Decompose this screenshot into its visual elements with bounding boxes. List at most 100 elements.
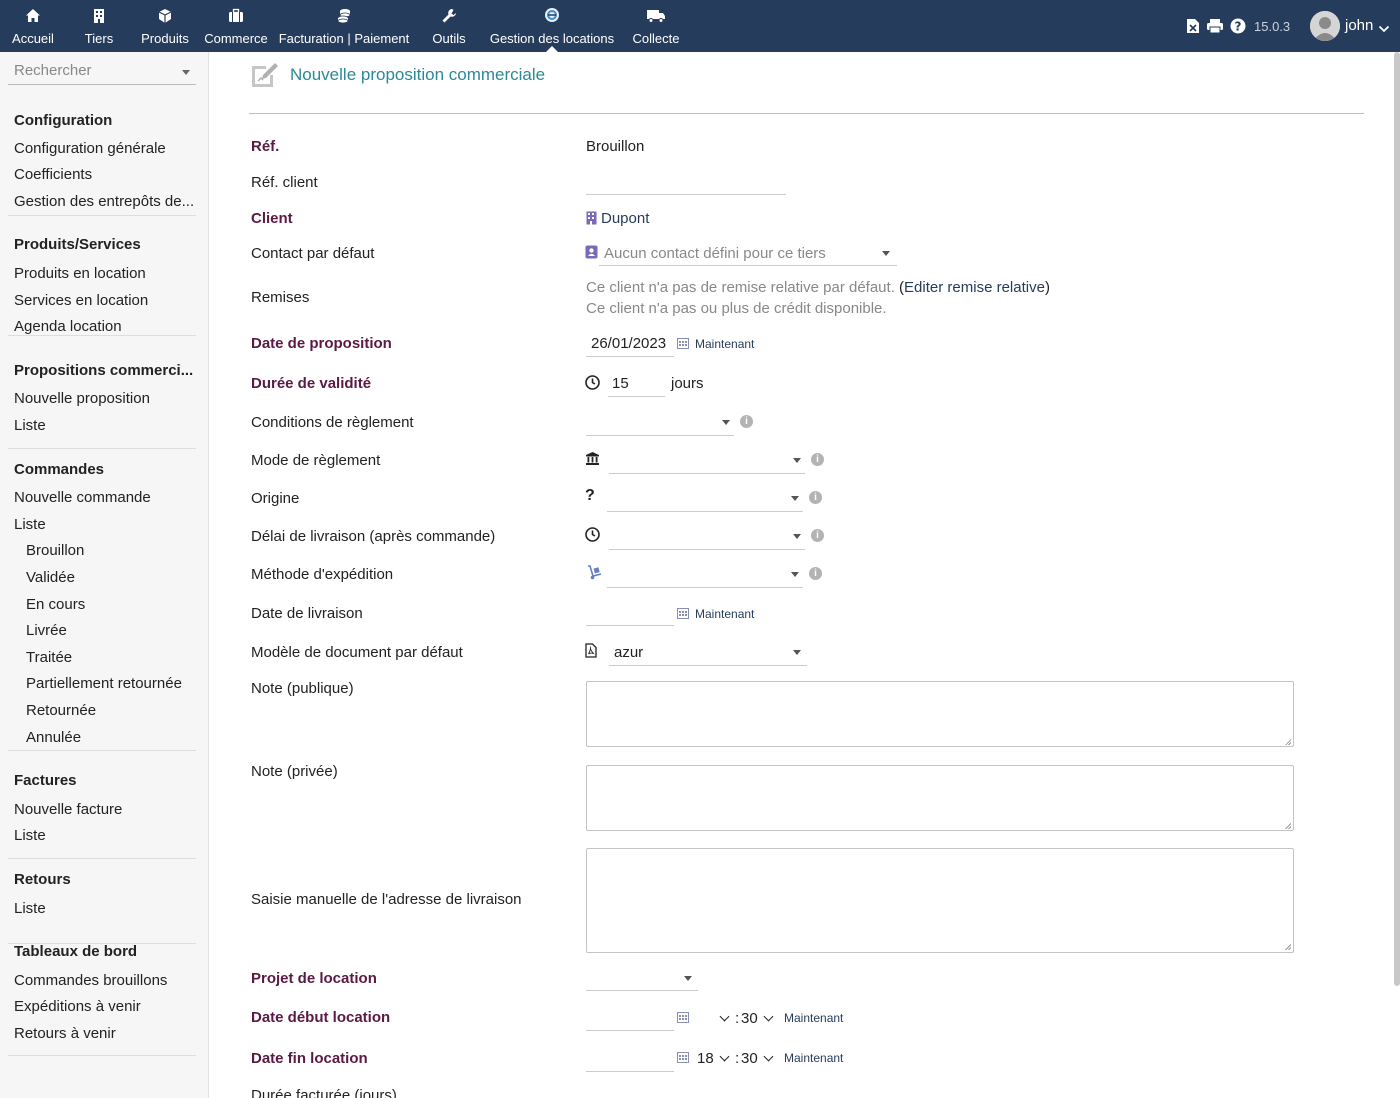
sidebar-section-tableaux-de-bord: Tableaux de bord Commandes brouillons Ex…: [8, 943, 196, 1056]
sidebar-subitem-traitee[interactable]: Traitée: [26, 649, 196, 666]
sidebar-section-title[interactable]: Propositions commerci...: [14, 362, 196, 379]
help-icon[interactable]: ?: [1230, 18, 1248, 34]
sidebar-item-produits-location[interactable]: Produits en location: [14, 265, 196, 282]
sidebar-subitem-brouillon[interactable]: Brouillon: [26, 542, 196, 559]
now-link-date-fin[interactable]: Maintenant: [784, 1051, 843, 1065]
sidebar-item-gestion-entrepots[interactable]: Gestion des entrepôts de...: [14, 193, 196, 210]
date-fin-minute-select[interactable]: 30: [741, 1050, 758, 1067]
sidebar-subitem-en-cours[interactable]: En cours: [26, 596, 196, 613]
date-fin-location-input[interactable]: [586, 1048, 674, 1070]
chevron-down-icon[interactable]: [1378, 20, 1390, 37]
info-icon[interactable]: i: [740, 415, 753, 428]
user-name[interactable]: john: [1345, 17, 1373, 34]
date-livraison-input[interactable]: [586, 603, 674, 625]
export-excel-icon[interactable]: [1186, 18, 1202, 34]
menu-facturation[interactable]: Facturation | Paiement: [276, 0, 412, 52]
sidebar-subitem-validee[interactable]: Validée: [26, 569, 196, 586]
info-icon[interactable]: i: [811, 453, 824, 466]
sidebar-section-title[interactable]: Factures: [14, 772, 196, 789]
label-ref: Réf.: [251, 138, 280, 155]
calendar-icon[interactable]: [677, 338, 689, 349]
sidebar-section-title[interactable]: Commandes: [14, 461, 196, 478]
client-link[interactable]: Dupont: [586, 210, 649, 229]
calendar-icon[interactable]: [677, 608, 689, 619]
now-link-date-proposition[interactable]: Maintenant: [695, 337, 754, 351]
sidebar-item-agenda-location[interactable]: Agenda location: [14, 318, 196, 335]
caret-down-icon: [791, 496, 799, 501]
contact-select[interactable]: Aucun contact défini pour ce tiers: [604, 245, 894, 262]
menu-produits[interactable]: Produits: [136, 0, 194, 52]
clock-icon: [585, 375, 600, 394]
note-publique-textarea[interactable]: [586, 681, 1294, 747]
sidebar-item-coefficients[interactable]: Coefficients: [14, 166, 196, 183]
vertical-scrollbar[interactable]: [1394, 52, 1400, 986]
label-date-livraison: Date de livraison: [251, 605, 363, 622]
print-icon[interactable]: [1206, 18, 1224, 34]
note-privee-textarea[interactable]: [586, 765, 1294, 831]
origine-select[interactable]: [607, 488, 803, 510]
ref-client-input[interactable]: [586, 172, 786, 194]
sidebar-item-nouvelle-proposition[interactable]: Nouvelle proposition: [14, 390, 196, 407]
user-avatar[interactable]: [1310, 11, 1340, 41]
date-debut-minute-select[interactable]: 30: [741, 1010, 758, 1027]
modele-document-select[interactable]: azur: [614, 644, 643, 661]
pdf-file-icon: [585, 643, 597, 662]
sidebar-item-services-location[interactable]: Services en location: [14, 292, 196, 309]
date-fin-hour-select[interactable]: 18: [697, 1050, 714, 1067]
menu-outils[interactable]: Outils: [426, 0, 472, 52]
sidebar-item-commandes-brouillons[interactable]: Commandes brouillons: [14, 972, 196, 989]
resize-grip-icon[interactable]: [1285, 823, 1291, 829]
menu-label: Commerce: [204, 31, 268, 46]
duree-validite-unit: jours: [671, 375, 704, 392]
sidebar-section-title[interactable]: Configuration: [14, 112, 196, 129]
sidebar-item-nouvelle-facture[interactable]: Nouvelle facture: [14, 801, 196, 818]
delai-livraison-select[interactable]: [609, 526, 805, 548]
resize-grip-icon[interactable]: [1285, 739, 1291, 745]
date-debut-hour-select[interactable]: [697, 1010, 733, 1030]
sidebar-section-title[interactable]: Produits/Services: [14, 236, 196, 253]
now-link-date-livraison[interactable]: Maintenant: [695, 607, 754, 621]
menu-collecte[interactable]: Collecte: [628, 0, 684, 52]
sidebar-item-retours-a-venir[interactable]: Retours à venir: [14, 1025, 196, 1042]
now-link-date-debut[interactable]: Maintenant: [784, 1011, 843, 1025]
info-icon[interactable]: i: [809, 567, 822, 580]
sidebar-item-liste-commandes[interactable]: Liste: [14, 516, 196, 533]
menu-home[interactable]: Accueil: [4, 0, 62, 52]
menu-gestion-locations[interactable]: Gestion des locations: [486, 0, 618, 52]
conditions-reglement-select[interactable]: [586, 412, 734, 434]
date-proposition-input[interactable]: 26/01/2023: [591, 335, 666, 352]
methode-expedition-select[interactable]: [607, 564, 803, 586]
projet-location-select[interactable]: [586, 968, 696, 990]
menu-label: Produits: [141, 31, 189, 46]
mode-reglement-select[interactable]: [609, 450, 805, 472]
calendar-icon[interactable]: [677, 1012, 689, 1023]
proposal-edit-icon: [250, 60, 280, 88]
sidebar-section-title[interactable]: Tableaux de bord: [14, 943, 196, 960]
info-icon[interactable]: i: [811, 529, 824, 542]
edit-remise-link[interactable]: Editer remise relative: [904, 279, 1045, 296]
sidebar-item-liste-factures[interactable]: Liste: [14, 827, 196, 844]
menu-tiers[interactable]: Tiers: [74, 0, 124, 52]
search-select[interactable]: Rechercher: [8, 60, 196, 85]
info-icon[interactable]: i: [809, 491, 822, 504]
clock-icon: [585, 527, 600, 546]
menu-label: Collecte: [632, 31, 680, 46]
duree-validite-input[interactable]: 15: [612, 375, 629, 392]
sidebar-subitem-livree[interactable]: Livrée: [26, 622, 196, 639]
date-debut-location-input[interactable]: [586, 1008, 674, 1030]
sidebar-item-liste-propositions[interactable]: Liste: [14, 417, 196, 434]
sidebar-item-nouvelle-commande[interactable]: Nouvelle commande: [14, 489, 196, 506]
adresse-livraison-textarea[interactable]: [586, 848, 1294, 953]
menu-commerce[interactable]: Commerce: [202, 0, 270, 52]
sidebar-item-configuration-generale[interactable]: Configuration générale: [14, 140, 196, 157]
left-sidebar: Rechercher Configuration Configuration g…: [0, 52, 209, 1098]
sidebar-subitem-partiellement-retournee[interactable]: Partiellement retournée: [26, 675, 196, 692]
sidebar-subitem-annulee[interactable]: Annulée: [26, 729, 196, 746]
sidebar-item-liste-retours[interactable]: Liste: [14, 900, 196, 917]
sidebar-subitem-retournee[interactable]: Retournée: [26, 702, 196, 719]
label-projet-location: Projet de location: [251, 970, 377, 987]
resize-grip-icon[interactable]: [1285, 944, 1291, 950]
calendar-icon[interactable]: [677, 1052, 689, 1063]
sidebar-section-title[interactable]: Retours: [14, 871, 196, 888]
sidebar-item-expeditions-a-venir[interactable]: Expéditions à venir: [14, 998, 196, 1015]
